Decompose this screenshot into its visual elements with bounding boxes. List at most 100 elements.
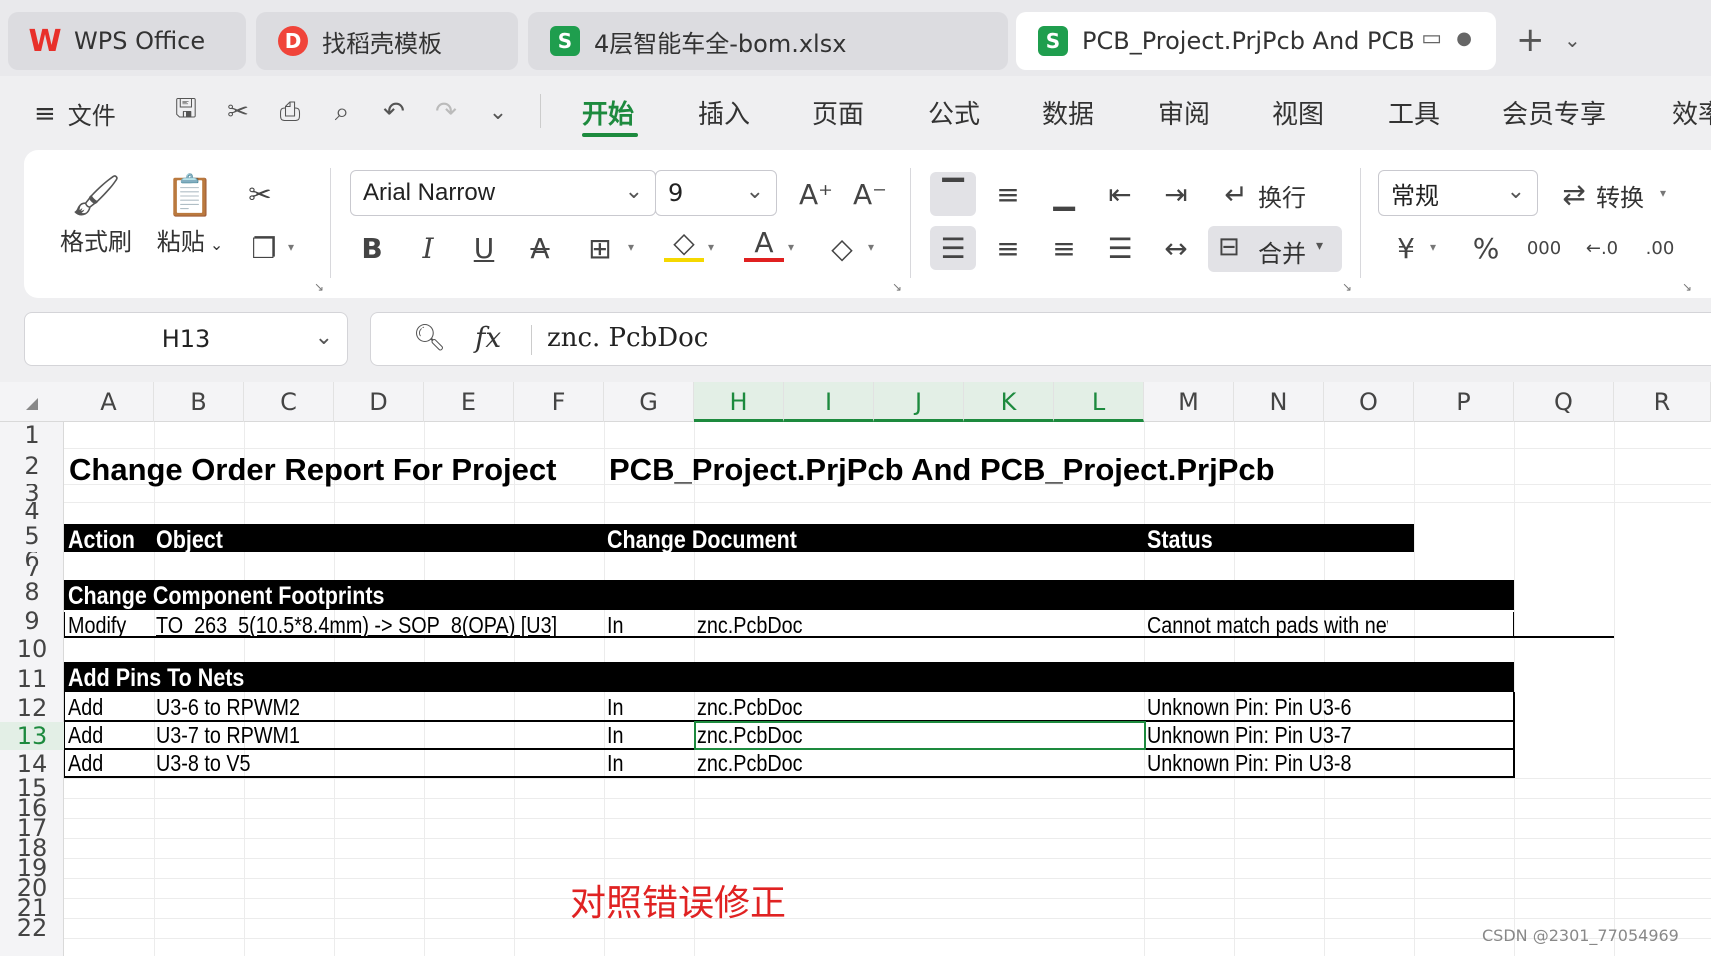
column-header-j[interactable]: J [874,382,964,422]
row-header-7[interactable]: 7 [0,566,64,576]
row-header-18[interactable]: 18 [0,838,64,858]
column-header-h[interactable]: H [694,382,784,422]
percent-icon[interactable]: % [1466,228,1506,268]
tab-docer-templates[interactable]: D 找稻壳模板 [256,12,518,70]
bold-icon[interactable]: B [352,228,392,268]
tab-tools[interactable]: 工具 [1388,94,1440,131]
redo-icon[interactable]: ↷ [430,96,462,128]
row-header-9[interactable]: 9 [0,608,64,634]
format-painter-button[interactable]: 🖌 格式刷 [56,170,136,257]
borders-icon[interactable]: ⊞ [580,228,620,268]
tab-pcb-project[interactable]: S PCB_Project.PrjPcb And PCB ▭ ● [1016,12,1496,70]
increase-decimal-icon[interactable]: ←.0 [1582,228,1622,268]
font-size-select[interactable]: 9 ⌄ [655,170,777,216]
zoom-icon[interactable]: 🔍︎ [413,323,446,353]
column-header-n[interactable]: N [1234,382,1324,422]
row-header-5[interactable]: 5 [0,520,64,552]
row-header-3[interactable]: 3 [0,484,64,502]
font-name-select[interactable]: Arial Narrow ⌄ [350,170,656,216]
row-header-21[interactable]: 21 [0,898,64,918]
save-icon[interactable]: 🖫 [170,94,202,128]
chevron-down-icon[interactable]: ⌄ [1564,28,1581,52]
chevron-down-icon[interactable]: ▾ [788,240,794,254]
alignment-dialog-launcher-icon[interactable]: ↘ [1342,280,1352,294]
copy-icon[interactable]: ❐ [244,228,284,268]
font-color-icon[interactable]: A [744,226,784,262]
column-header-q[interactable]: Q [1514,382,1614,422]
insert-function-icon[interactable]: fx [475,321,501,354]
row-header-16[interactable]: 16 [0,798,64,818]
unsaved-dot-icon[interactable]: ● [1456,28,1472,49]
row-header-17[interactable]: 17 [0,818,64,838]
tab-efficiency[interactable]: 效率 [1672,94,1711,131]
column-header-f[interactable]: F [514,382,604,422]
cut-icon[interactable]: ✂ [240,174,280,214]
monitor-icon[interactable]: ▭ [1421,26,1442,51]
italic-icon[interactable]: I [408,228,448,268]
row-header-6[interactable]: 6 [0,552,64,566]
font-dialog-launcher-icon[interactable]: ↘ [892,280,902,294]
clipboard-dialog-launcher-icon[interactable]: ↘ [314,280,324,294]
convert-label[interactable]: 转换 [1596,178,1644,213]
underline-icon[interactable]: U [464,228,504,268]
merge-button[interactable]: ⊟ 合并 ▾ [1208,226,1342,272]
column-header-g[interactable]: G [604,382,694,422]
row-header-19[interactable]: 19 [0,858,64,878]
quick-access-more-icon[interactable]: ⌄ [482,96,514,128]
column-header-p[interactable]: P [1414,382,1514,422]
strikethrough-icon[interactable]: A [520,228,560,268]
row-header-14[interactable]: 14 [0,750,64,778]
align-top-icon[interactable]: ▔ [930,172,976,216]
select-all-icon[interactable] [26,398,38,410]
justify-icon[interactable]: ☰ [1100,228,1140,268]
tab-home[interactable]: 开始 [582,94,634,131]
cell-area[interactable]: Change Order Report For Project PCB_Proj… [64,422,1711,956]
tab-formula[interactable]: 公式 [928,94,980,131]
chevron-down-icon[interactable]: ▾ [708,240,714,254]
align-left-icon[interactable]: ☰ [930,226,976,270]
number-dialog-launcher-icon[interactable]: ↘ [1682,280,1692,294]
column-header-o[interactable]: O [1324,382,1414,422]
tab-member[interactable]: 会员专享 [1502,94,1606,131]
decrease-font-size-icon[interactable]: A⁻ [850,174,890,214]
increase-font-size-icon[interactable]: A⁺ [796,174,836,214]
row-header-8[interactable]: 8 [0,576,64,608]
table-row[interactable]: Add U3-6 to RPWM2 In znc.PcbDoc Unknown … [64,694,1514,721]
number-format-select[interactable]: 常规 ⌄ [1378,170,1538,216]
name-box[interactable]: H13 ⌄ [24,312,348,366]
chevron-down-icon[interactable]: ▾ [868,240,874,254]
tab-view[interactable]: 视图 [1272,94,1324,131]
tab-insert[interactable]: 插入 [698,94,750,131]
column-header-m[interactable]: M [1144,382,1234,422]
wrap-text-icon[interactable]: ↵ [1216,174,1256,214]
print-preview-icon[interactable]: ⌕ [326,96,358,128]
align-right-icon[interactable]: ≡ [1044,228,1084,268]
decrease-indent-icon[interactable]: ⇤ [1100,174,1140,214]
wrap-text-label[interactable]: 换行 [1258,178,1306,213]
row-header-12[interactable]: 12 [0,694,64,722]
formula-input[interactable]: znc. PcbDoc [547,323,708,353]
fill-color-icon[interactable]: ◇ [664,226,704,262]
convert-icon[interactable]: ⇄ [1554,174,1594,214]
row-header-1[interactable]: 1 [0,422,64,448]
row-header-10[interactable]: 10 [0,634,64,664]
distributed-align-icon[interactable]: ↔ [1156,228,1196,268]
undo-icon[interactable]: ↶ [378,96,410,128]
row-header-11[interactable]: 11 [0,664,64,694]
align-center-icon[interactable]: ≡ [988,228,1028,268]
column-header-a[interactable]: A [64,382,154,422]
thousands-separator-icon[interactable]: 000 [1524,228,1564,268]
new-tab-icon[interactable]: + [1516,20,1545,60]
tab-data[interactable]: 数据 [1042,94,1094,131]
row-header-2[interactable]: 2 [0,448,64,484]
tab-bom-xlsx[interactable]: S 4层智能车全-bom.xlsx [528,12,1008,70]
decrease-decimal-icon[interactable]: .00 [1640,228,1680,268]
column-header-r[interactable]: R [1614,382,1711,422]
chevron-down-icon[interactable]: ▾ [1660,186,1666,200]
row-header-22[interactable]: 22 [0,918,64,938]
align-bottom-icon[interactable]: ▁ [1044,174,1084,214]
paste-button[interactable]: 📋 粘贴 ⌄ [150,170,230,257]
column-header-i[interactable]: I [784,382,874,422]
column-header-e[interactable]: E [424,382,514,422]
selected-cell[interactable] [694,721,1146,750]
